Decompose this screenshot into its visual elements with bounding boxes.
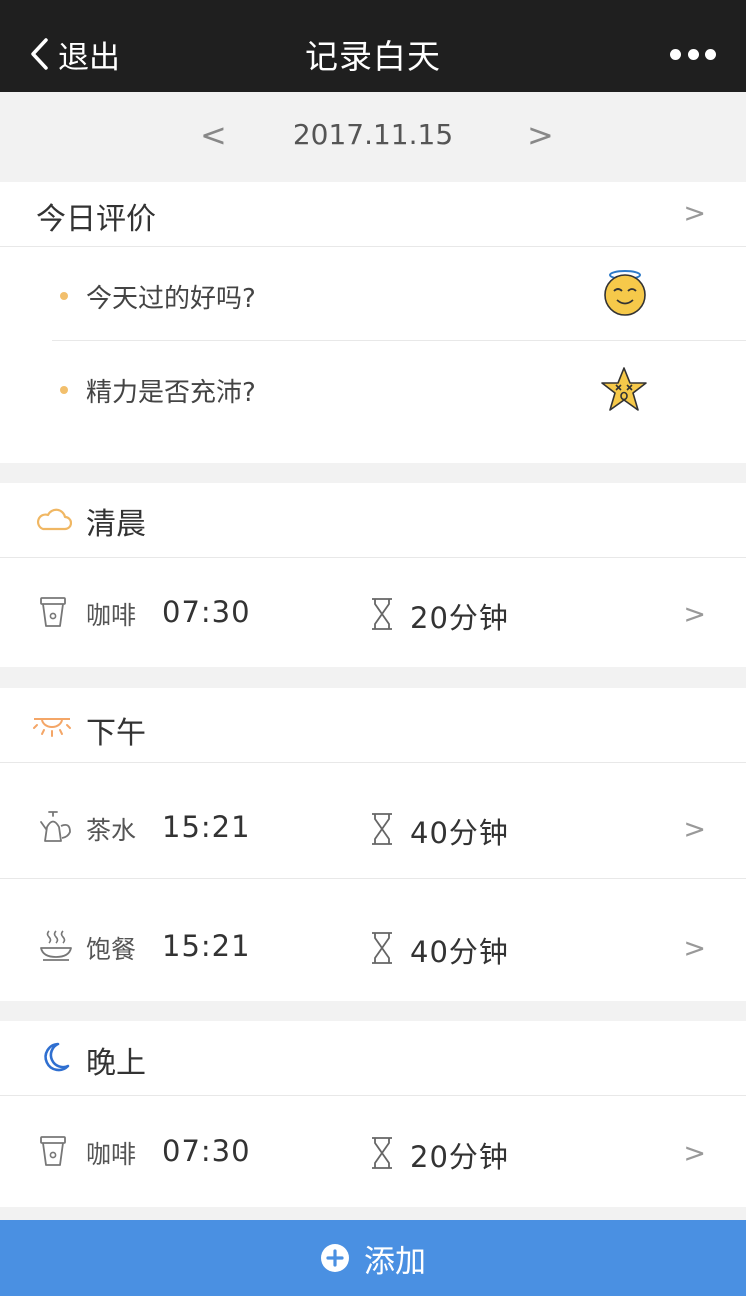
duration: 20分钟	[410, 1140, 509, 1174]
section-title: 清晨	[86, 507, 146, 542]
drink-name: 咖啡	[86, 1140, 137, 1169]
record-time: 07:30	[162, 1134, 251, 1168]
coffee-cup-icon	[40, 1136, 66, 1166]
plus-circle-icon	[321, 1244, 349, 1272]
row-chevron[interactable]: >	[683, 1138, 706, 1169]
hourglass-icon	[372, 813, 392, 845]
duration: 20分钟	[410, 601, 509, 635]
drink-name: 饱餐	[86, 935, 137, 964]
teapot-icon	[40, 811, 71, 842]
add-button[interactable]: 添加	[0, 1220, 746, 1296]
section-title: 下午	[86, 716, 146, 751]
next-date-button[interactable]: >	[527, 116, 554, 154]
section-evening: 晚上 咖啡 07:30 20分钟 >	[0, 1021, 746, 1207]
duration: 40分钟	[410, 816, 509, 850]
hourglass-icon	[372, 598, 392, 630]
record-time: 15:21	[162, 929, 251, 963]
bullet	[60, 292, 68, 300]
moon-icon	[44, 1042, 70, 1072]
row-chevron[interactable]: >	[683, 814, 706, 845]
row-chevron[interactable]: >	[683, 933, 706, 964]
sun-icon	[33, 718, 71, 737]
meal-bowl-icon	[40, 930, 72, 961]
divider	[0, 1095, 746, 1096]
section-morning: 清晨 咖啡 07:30 20分钟 >	[0, 483, 746, 667]
drink-name: 茶水	[86, 816, 137, 845]
coffee-cup-icon	[40, 597, 66, 627]
evaluation-card: 今日评价 > 今天过的好吗? 精力是否充沛?	[0, 182, 746, 463]
cloud-icon	[36, 508, 72, 531]
question-label: 精力是否充沛?	[86, 378, 256, 408]
divider	[52, 340, 746, 341]
divider	[0, 246, 746, 247]
dizzy-star-icon[interactable]	[599, 366, 649, 414]
divider	[0, 557, 746, 558]
duration: 40分钟	[410, 935, 509, 969]
bullet	[60, 386, 68, 394]
date-bar: < 2017.11.15 >	[0, 92, 746, 182]
section-title: 晚上	[86, 1046, 146, 1081]
drink-name: 咖啡	[86, 601, 137, 630]
divider	[0, 878, 746, 879]
record-time: 07:30	[162, 595, 251, 629]
nav-bar: 退出 记录白天	[0, 0, 746, 92]
section-afternoon: 下午 茶水 15:21 40分钟 > 饱餐 15:21 40分钟 >	[0, 688, 746, 1001]
date-label: 2017.11.15	[292, 118, 454, 151]
evaluation-title[interactable]: 今日评价	[36, 194, 156, 238]
question-label: 今天过的好吗?	[86, 284, 256, 314]
more-icon[interactable]	[670, 44, 716, 64]
evaluation-chevron[interactable]: >	[683, 198, 706, 229]
hourglass-icon	[372, 932, 392, 964]
row-chevron[interactable]: >	[683, 599, 706, 630]
divider	[0, 762, 746, 763]
record-time: 15:21	[162, 810, 251, 844]
page-title: 记录白天	[305, 37, 441, 76]
angel-smiley-icon[interactable]	[601, 268, 649, 316]
hourglass-icon	[372, 1137, 392, 1169]
add-button-label: 添加	[364, 1243, 426, 1280]
